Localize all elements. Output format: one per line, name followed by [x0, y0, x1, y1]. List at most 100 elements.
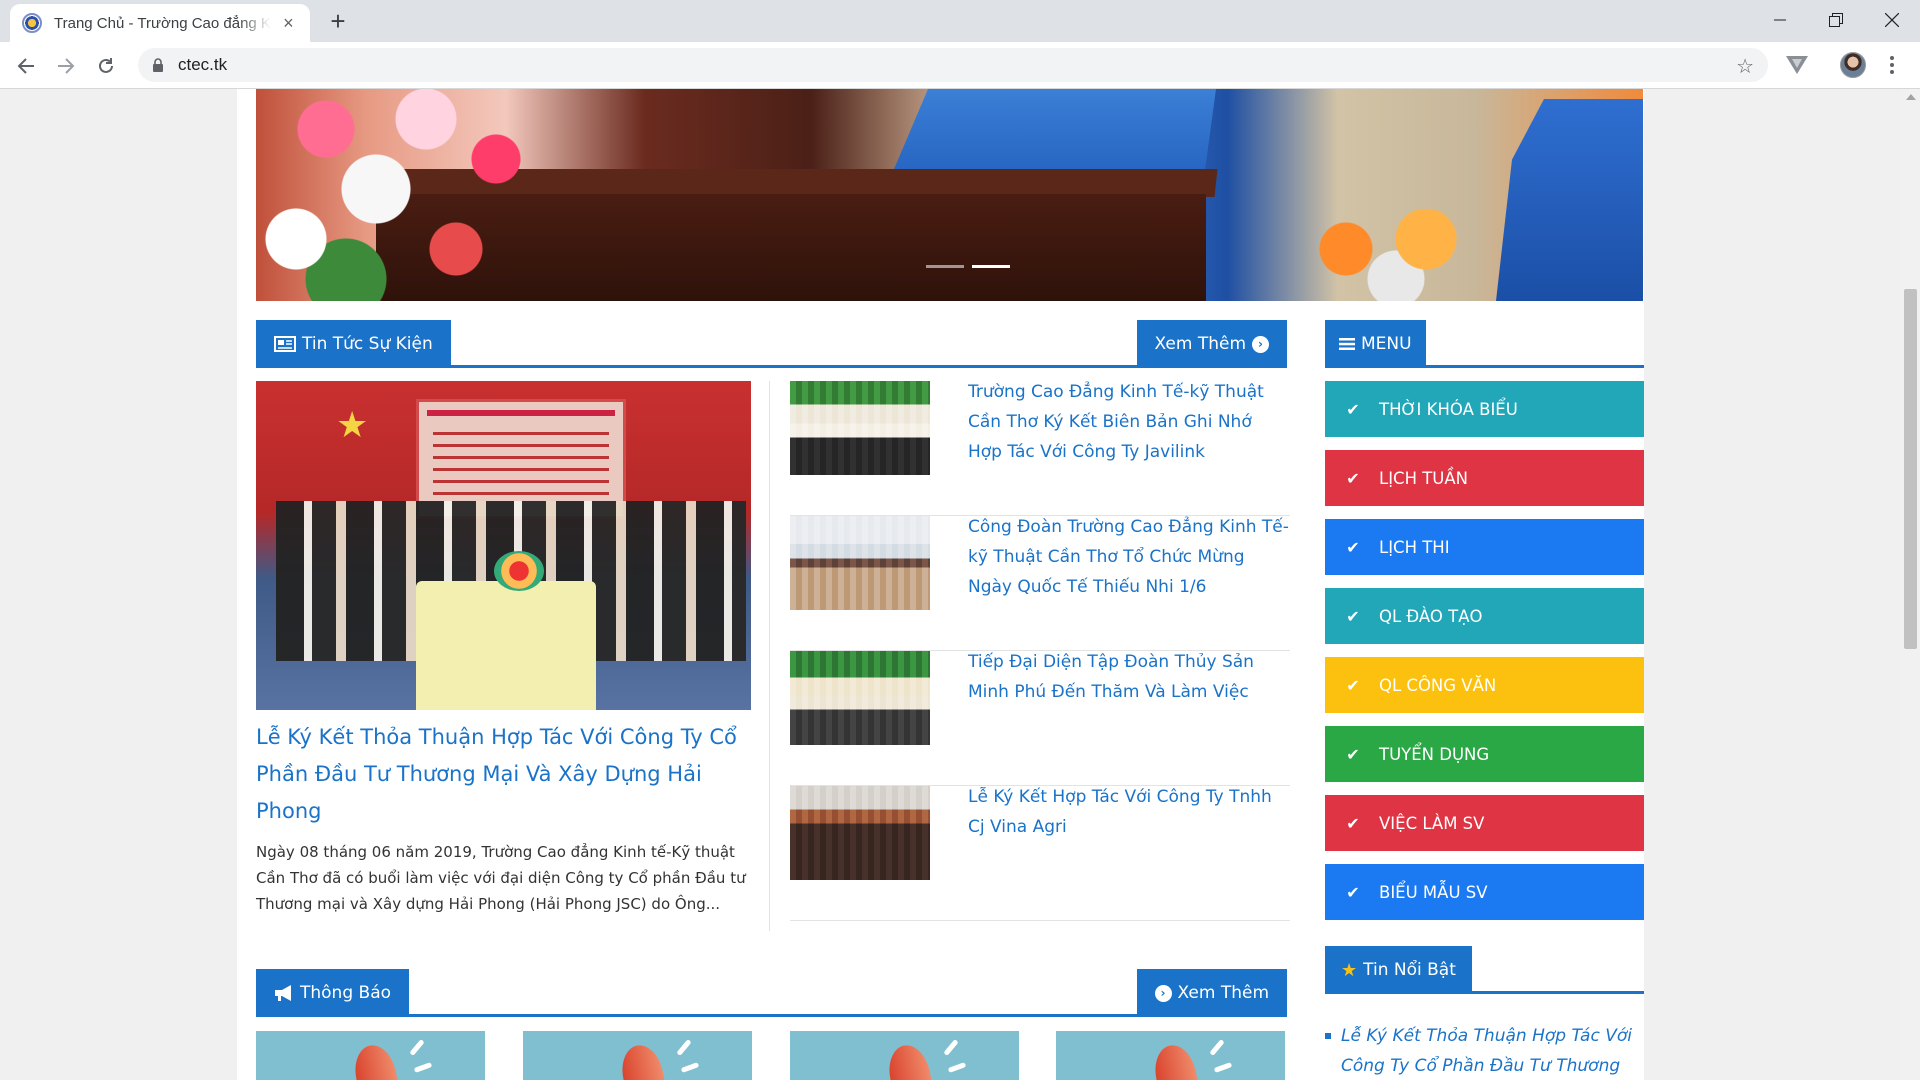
news-list-item[interactable]: Tiếp Đại Diện Tập Đoàn Thủy Sản Minh Phú…	[790, 651, 1290, 786]
menu-section-tag: MENU	[1325, 320, 1426, 368]
browser-toolbar: ctec.tk ☆	[0, 42, 1920, 89]
bullhorn-icon	[275, 985, 291, 1001]
tab-strip: Trang Chủ - Trường Cao đẳng Kinh tế × +	[0, 0, 1920, 42]
table-flowers	[494, 551, 544, 591]
news-item-title[interactable]: Lễ Ký Kết Hợp Tác Với Công Ty Tnhh Cj Vi…	[968, 782, 1290, 842]
featured-news-item-title[interactable]: Lễ Ký Kết Thỏa Thuận Hợp Tác Với Công Ty…	[1341, 1021, 1644, 1080]
browser-menu-icon[interactable]	[1884, 54, 1900, 76]
forward-button[interactable]	[50, 50, 82, 82]
back-button[interactable]	[10, 50, 42, 82]
notice-section-header: Thông Báo › Xem Thêm	[256, 969, 1287, 1017]
slider-dot-active[interactable]	[972, 265, 1010, 268]
tab-title: Trang Chủ - Trường Cao đẳng Kinh tế	[54, 14, 271, 32]
tab-close-icon[interactable]: ×	[279, 13, 298, 34]
sidebar-menu-button[interactable]: ✔ QL ĐÀO TẠO	[1325, 588, 1644, 644]
check-icon: ✔	[1346, 537, 1360, 557]
menu-section-header: MENU	[1325, 320, 1644, 368]
megaphone-icon	[1150, 1041, 1202, 1080]
browser-tab[interactable]: Trang Chủ - Trường Cao đẳng Kinh tế ×	[10, 4, 310, 42]
sidebar-menu-button[interactable]: ✔ BIỂU MẪU SV	[1325, 864, 1644, 920]
address-bar[interactable]: ctec.tk ☆	[138, 48, 1768, 82]
news-thumbnail[interactable]	[790, 786, 930, 880]
menu-section-title: MENU	[1361, 334, 1412, 354]
check-icon: ✔	[1346, 399, 1360, 419]
news-item-title[interactable]: Công Đoàn Trường Cao Đẳng Kinh Tế-kỹ Thu…	[968, 512, 1290, 602]
featured-article-image[interactable]: ★	[256, 381, 751, 710]
close-window-button[interactable]	[1864, 0, 1920, 40]
minimize-button[interactable]	[1752, 0, 1808, 40]
notice-section-title: Thông Báo	[300, 983, 392, 1003]
notice-card[interactable]	[523, 1031, 752, 1080]
bullet-icon	[1325, 1033, 1331, 1039]
featured-article-description: Ngày 08 tháng 06 năm 2019, Trường Cao đẳ…	[256, 843, 746, 913]
notice-more-label: Xem Thêm	[1177, 983, 1269, 1003]
url-text: ctec.tk	[178, 55, 228, 74]
news-section-tag: Tin Tức Sự Kiện	[256, 320, 451, 368]
sidebar-menu-label: LỊCH TUẦN	[1379, 468, 1469, 488]
page-container: Tin Tức Sự Kiện Xem Thêm › ★ Lễ Ký Kết T…	[237, 89, 1644, 1080]
check-icon: ✔	[1346, 813, 1360, 833]
hero-slider[interactable]	[256, 89, 1643, 301]
notice-card[interactable]	[1056, 1031, 1285, 1080]
news-list-item[interactable]: Công Đoàn Trường Cao Đẳng Kinh Tế-kỹ Thu…	[790, 516, 1290, 651]
slider-dot[interactable]	[926, 265, 964, 268]
extension-shield-icon[interactable]	[1786, 54, 1808, 74]
scroll-up-arrow-icon[interactable]	[1906, 94, 1916, 100]
notice-card[interactable]	[790, 1031, 1019, 1080]
featured-news-title: Tin Nổi Bật	[1363, 960, 1456, 980]
sidebar-menu-button[interactable]: ✔ LỊCH TUẦN	[1325, 450, 1644, 506]
sidebar-menu-label: LỊCH THI	[1379, 537, 1450, 557]
news-more-button[interactable]: Xem Thêm ›	[1136, 320, 1287, 368]
news-thumbnail[interactable]	[790, 381, 930, 475]
news-section-title: Tin Tức Sự Kiện	[302, 334, 433, 354]
featured-article-title[interactable]: Lễ Ký Kết Thỏa Thuận Hợp Tác Với Công Ty…	[256, 719, 751, 830]
page-viewport: Tin Tức Sự Kiện Xem Thêm › ★ Lễ Ký Kết T…	[0, 89, 1901, 1080]
page-scrollbar[interactable]	[1901, 89, 1920, 1080]
megaphone-icon	[617, 1041, 669, 1080]
news-item-title[interactable]: Tiếp Đại Diện Tập Đoàn Thủy Sản Minh Phú…	[968, 647, 1290, 707]
column-divider	[769, 381, 770, 931]
news-thumbnail[interactable]	[790, 651, 930, 745]
arrow-left-icon	[17, 58, 34, 74]
featured-news-item[interactable]: Lễ Ký Kết Thỏa Thuận Hợp Tác Với Công Ty…	[1325, 1021, 1644, 1080]
sidebar-menu-label: VIỆC LÀM SV	[1379, 813, 1485, 833]
new-tab-button[interactable]: +	[322, 6, 354, 38]
megaphone-icon	[884, 1041, 936, 1080]
sidebar-menu-button[interactable]: ✔ QL CÔNG VĂN	[1325, 657, 1644, 713]
slider-indicators	[926, 265, 1010, 268]
news-more-label: Xem Thêm	[1154, 334, 1246, 354]
news-thumbnail[interactable]	[790, 516, 930, 610]
restore-button[interactable]	[1808, 0, 1864, 40]
reload-icon	[99, 58, 113, 73]
sidebar-menu-label: BIỂU MẪU SV	[1379, 882, 1488, 902]
star-icon: ★	[1341, 959, 1358, 981]
news-item-title[interactable]: Trường Cao Đẳng Kinh Tế-kỹ Thuật Cần Thơ…	[968, 377, 1290, 467]
check-icon: ✔	[1346, 882, 1360, 902]
chevron-circle-right-icon: ›	[1154, 984, 1172, 1002]
sidebar-menu-button[interactable]: ✔ THỜI KHÓA BIỂU	[1325, 381, 1644, 437]
news-list-item[interactable]: Lễ Ký Kết Hợp Tác Với Công Ty Tnhh Cj Vi…	[790, 786, 1290, 921]
sidebar-menu-label: TUYỂN DỤNG	[1379, 744, 1490, 764]
featured-news-header: ★ Tin Nổi Bật	[1325, 946, 1644, 994]
featured-news-tag: ★ Tin Nổi Bật	[1325, 946, 1472, 994]
scrollbar-thumb[interactable]	[1904, 289, 1917, 649]
slider-flowers	[256, 89, 566, 301]
notice-card[interactable]	[256, 1031, 485, 1080]
check-icon: ✔	[1346, 675, 1360, 695]
check-icon: ✔	[1346, 468, 1360, 488]
sidebar-menu-button[interactable]: ✔ LỊCH THI	[1325, 519, 1644, 575]
signing-table	[416, 581, 596, 710]
flag-star-icon: ★	[336, 405, 369, 446]
chevron-circle-right-icon: ›	[1252, 335, 1269, 353]
sidebar-menu-button[interactable]: ✔ TUYỂN DỤNG	[1325, 726, 1644, 782]
minimize-icon	[1774, 19, 1786, 21]
reload-button[interactable]	[90, 50, 122, 82]
newspaper-icon	[274, 336, 296, 352]
notice-more-button[interactable]: › Xem Thêm	[1136, 969, 1287, 1017]
news-list-item[interactable]: Trường Cao Đẳng Kinh Tế-kỹ Thuật Cần Thơ…	[790, 381, 1290, 516]
megaphone-icon	[350, 1041, 402, 1080]
check-icon: ✔	[1346, 744, 1360, 764]
bookmark-star-icon[interactable]: ☆	[1736, 54, 1754, 78]
sidebar-menu-button[interactable]: ✔ VIỆC LÀM SV	[1325, 795, 1644, 851]
profile-avatar[interactable]	[1840, 52, 1866, 78]
